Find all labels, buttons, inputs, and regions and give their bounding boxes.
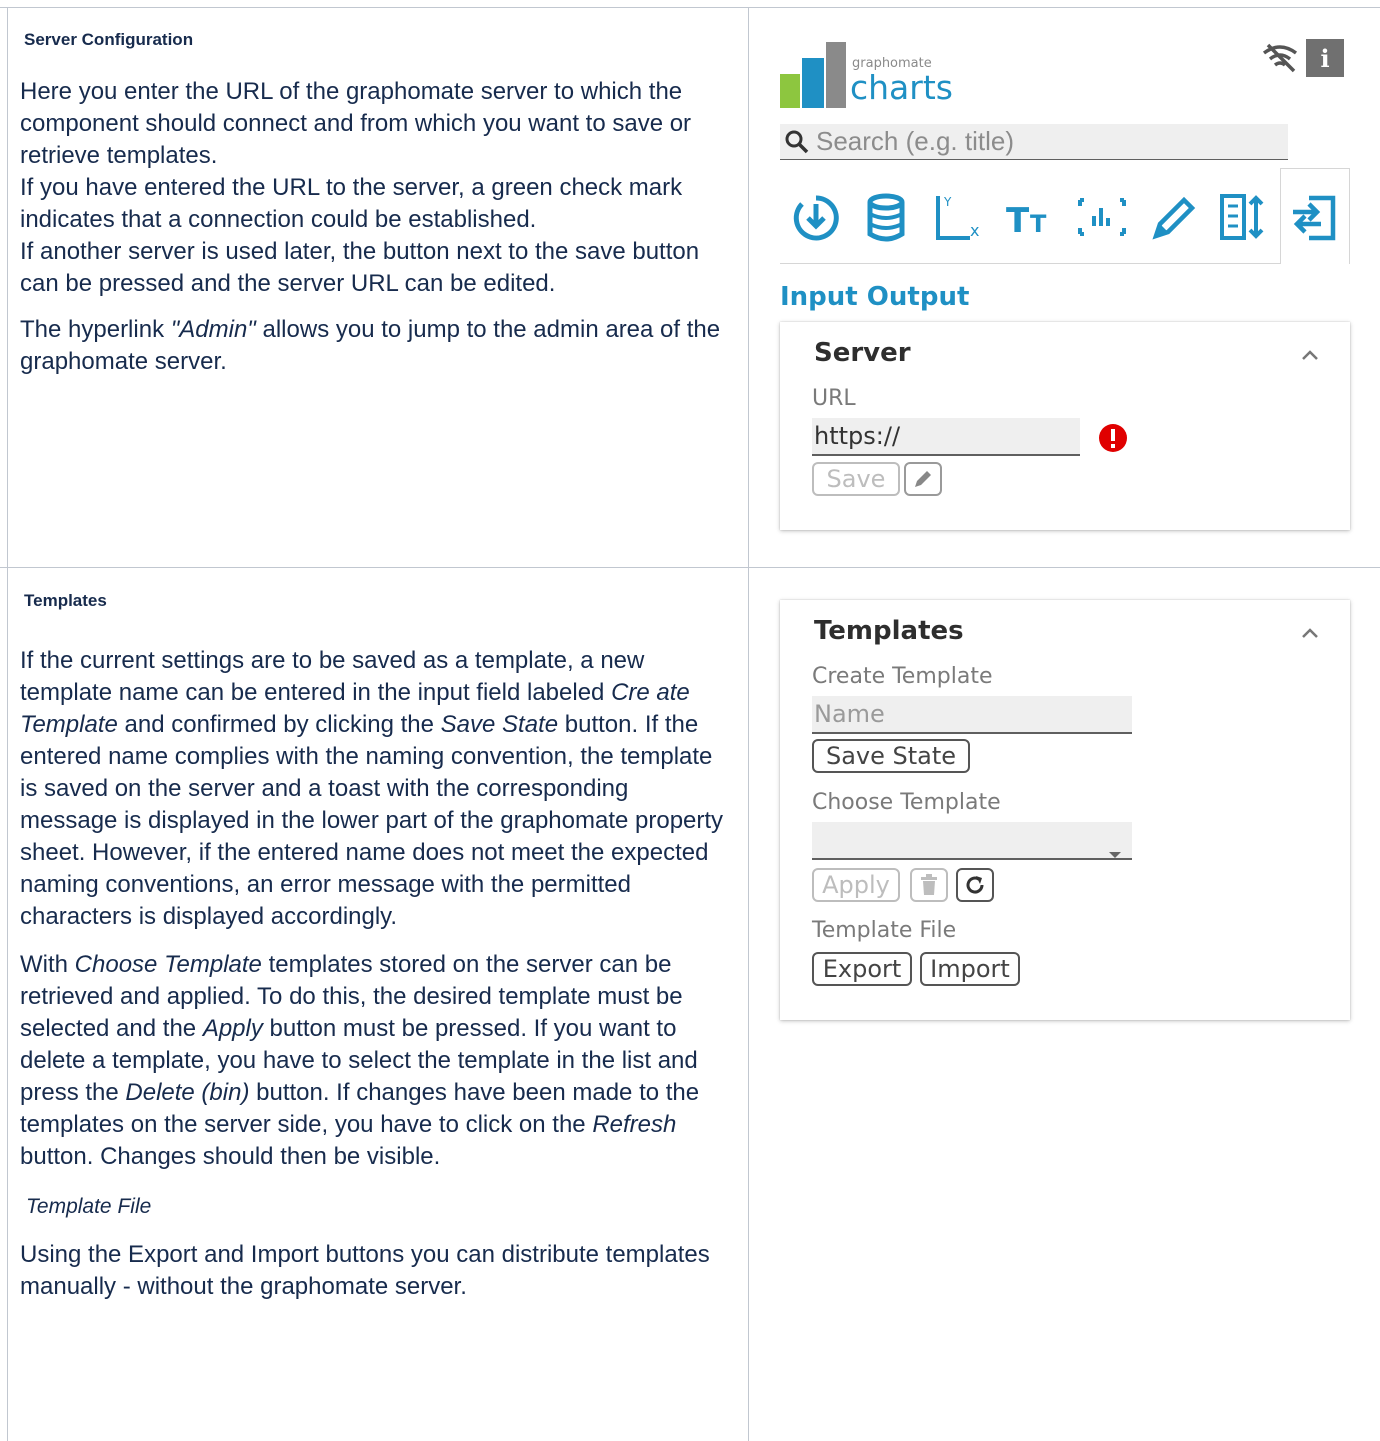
- tabs-underline: [780, 263, 1280, 264]
- templates-p2-lead: With: [20, 951, 75, 978]
- input-output-icon[interactable]: [1287, 190, 1343, 246]
- graphomate-charts-logo: graphomate charts: [780, 38, 960, 108]
- admin-link-text: "Admin": [170, 316, 256, 343]
- search-placeholder: Search (e.g. title): [816, 126, 1014, 156]
- logo-bar-gray: [826, 42, 846, 108]
- svg-text:T: T: [1006, 201, 1030, 241]
- axis-icon[interactable]: Yx: [930, 190, 986, 246]
- table-left-border: [7, 7, 8, 1441]
- table-column-divider: [748, 7, 749, 1441]
- template-name-input[interactable]: Name: [812, 696, 1132, 734]
- search-field[interactable]: Search (e.g. title): [780, 124, 1288, 160]
- save-state-button[interactable]: Save State: [812, 739, 970, 773]
- admin-para-prefix: The hyperlink: [20, 316, 171, 343]
- url-label: URL: [812, 386, 856, 411]
- svg-text:x: x: [970, 221, 979, 240]
- export-button[interactable]: Export: [812, 952, 912, 986]
- trash-icon: [919, 874, 939, 896]
- server-card-title: Server: [814, 338, 911, 368]
- templates-p1-em-save: Save State: [440, 711, 559, 738]
- templates-text-cell: Templates If the current settings are to…: [20, 591, 730, 1303]
- choose-template-label: Choose Template: [812, 790, 1001, 815]
- search-icon: [784, 129, 810, 155]
- logo-big-text: charts: [850, 68, 953, 107]
- server-config-text-cell: Server Configuration Here you enter the …: [20, 30, 730, 378]
- server-config-admin-paragraph: The hyperlink "Admin" allows you to jump…: [20, 314, 730, 378]
- server-card: Server URL https:// Save: [780, 322, 1350, 530]
- server-config-para3: If another server is used later, the but…: [20, 238, 700, 297]
- templates-para2: With Choose Template templates stored on…: [20, 949, 730, 1173]
- templates-p1-a: If the current settings are to be saved …: [20, 647, 645, 706]
- data-refresh-icon[interactable]: [788, 190, 844, 246]
- template-file-label: Template File: [812, 918, 957, 943]
- server-config-para2: If you have entered the URL to the serve…: [20, 174, 683, 233]
- svg-text:Y: Y: [943, 195, 952, 209]
- url-input[interactable]: https://: [812, 418, 1080, 456]
- pencil-icon: [912, 468, 934, 490]
- error-icon: [1098, 423, 1128, 453]
- server-save-button[interactable]: Save: [812, 462, 900, 496]
- svg-text:T: T: [1030, 210, 1047, 238]
- edit-url-button[interactable]: [904, 462, 942, 496]
- templates-p2-em-refresh: Refresh: [592, 1111, 677, 1138]
- sort-list-icon[interactable]: [1214, 190, 1270, 246]
- server-config-title: Server Configuration: [24, 30, 194, 49]
- delete-template-button[interactable]: [910, 868, 948, 902]
- property-tabs: Yx TT: [780, 168, 1350, 264]
- templates-card-title: Templates: [814, 616, 964, 646]
- templates-p1-b: and confirmed by clicking the: [117, 711, 441, 738]
- templates-title: Templates: [24, 591, 107, 610]
- templates-p2-d: button. Changes should then be visible.: [20, 1143, 441, 1170]
- info-icon[interactable]: i: [1306, 39, 1344, 77]
- refresh-templates-button[interactable]: [956, 868, 994, 902]
- templates-p2-em-choose: Choose Template: [74, 951, 262, 978]
- server-config-para1: Here you enter the URL of the graphomate…: [20, 78, 692, 169]
- template-file-subheading: Template File: [26, 1195, 152, 1218]
- apply-button[interactable]: Apply: [812, 868, 900, 902]
- text-size-icon[interactable]: TT: [1002, 190, 1058, 246]
- choose-template-select[interactable]: [812, 822, 1132, 860]
- templates-para1: If the current settings are to be saved …: [20, 645, 730, 933]
- logo-bar-blue: [802, 58, 824, 108]
- refresh-icon: [964, 874, 986, 896]
- logo-bar-green: [780, 74, 800, 108]
- table-top-border: [0, 7, 1380, 8]
- templates-para3: Using the Export and Import buttons you …: [20, 1241, 710, 1300]
- offline-wifi-icon[interactable]: [1260, 39, 1300, 77]
- chart-layout-icon[interactable]: [1074, 190, 1130, 246]
- templates-p2-em-apply: Apply: [202, 1015, 263, 1042]
- dropdown-arrow-icon: [1108, 837, 1122, 858]
- chevron-up-icon[interactable]: [1300, 626, 1320, 638]
- database-icon[interactable]: [858, 190, 914, 246]
- import-button[interactable]: Import: [920, 952, 1020, 986]
- server-config-paragraph: Here you enter the URL of the graphomate…: [20, 76, 730, 300]
- create-template-label: Create Template: [812, 664, 993, 689]
- chevron-up-icon[interactable]: [1300, 348, 1320, 360]
- templates-p1-c: button. If the entered name complies wit…: [20, 711, 724, 930]
- input-output-heading: Input Output: [780, 282, 970, 312]
- pencil-icon[interactable]: [1146, 190, 1202, 246]
- table-row-divider: [0, 567, 1380, 568]
- top-toolbar: i: [1260, 38, 1344, 78]
- templates-p2-em-delete: Delete (bin): [125, 1079, 250, 1106]
- templates-card: Templates Create Template Name Save Stat…: [780, 600, 1350, 1020]
